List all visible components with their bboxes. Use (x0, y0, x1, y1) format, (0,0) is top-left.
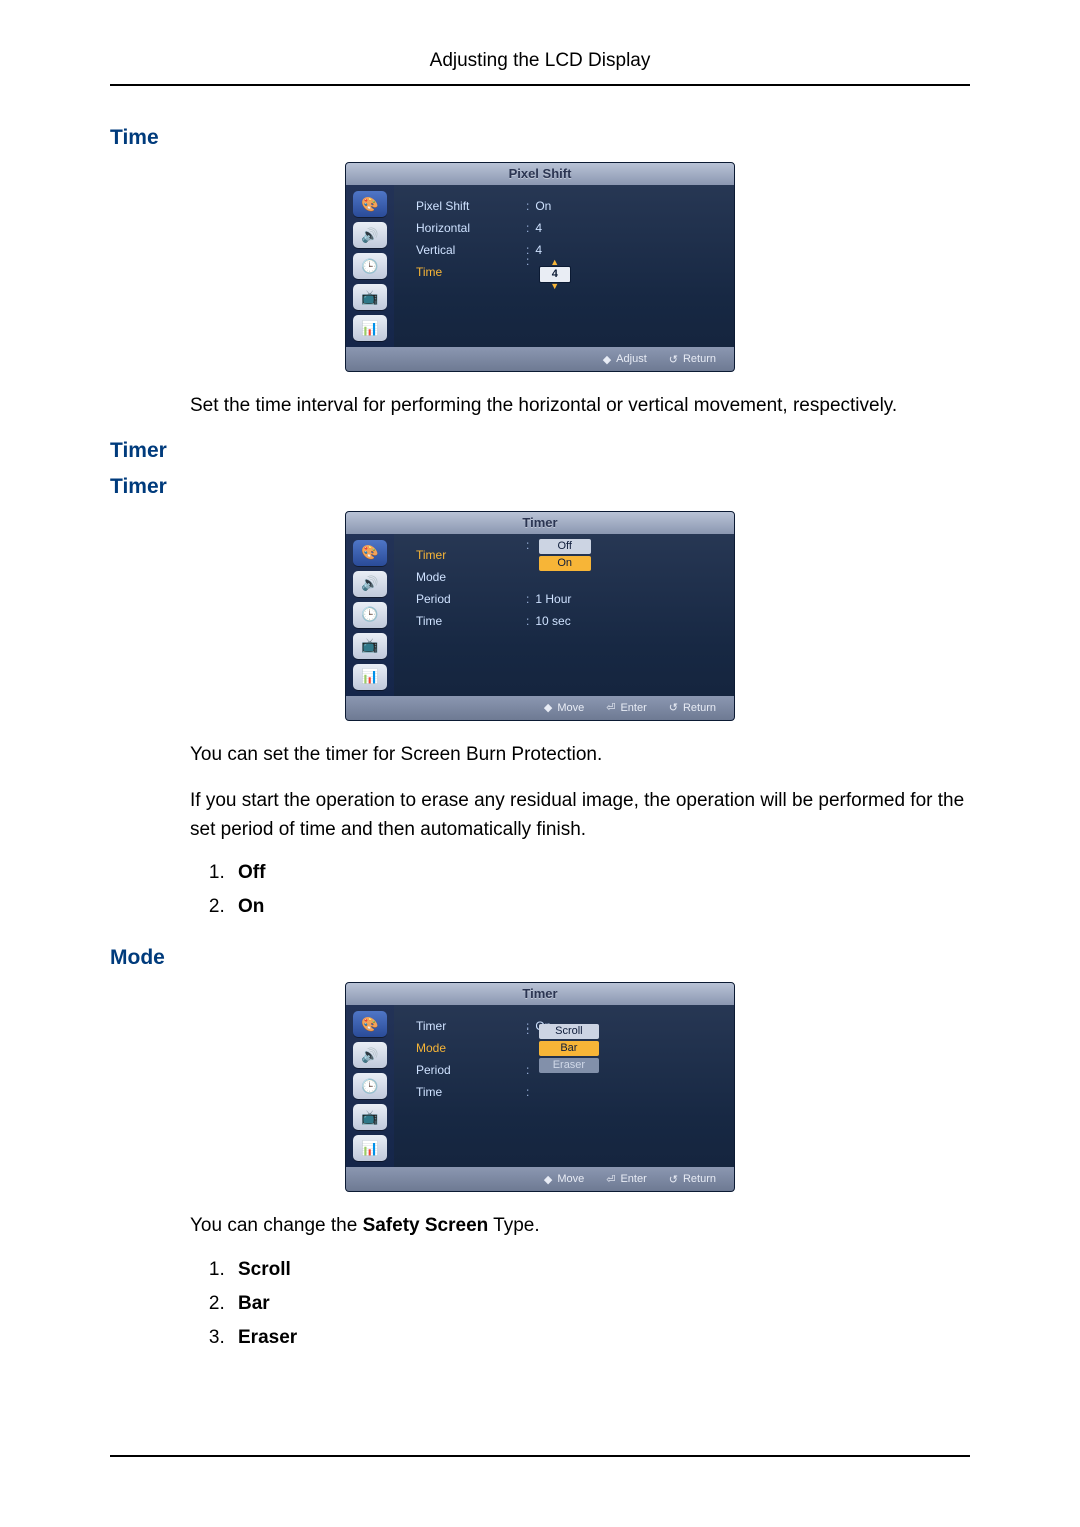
option-eraser[interactable]: Eraser (539, 1058, 599, 1073)
osd-row-label: Mode (416, 570, 526, 584)
footer-divider (110, 1455, 970, 1457)
osd-row-value: : (526, 1085, 535, 1099)
osd-row-value[interactable]: : Off On (526, 538, 591, 571)
heading-time: Time (110, 126, 970, 150)
return-icon: ↺ (669, 353, 678, 366)
osd-row-label: Time (416, 265, 526, 279)
picture-icon[interactable]: 🎨 (353, 1011, 387, 1037)
time-description: Set the time interval for performing the… (190, 392, 970, 421)
list-item: Scroll (230, 1259, 970, 1281)
option-on[interactable]: On (539, 556, 591, 571)
enter-icon: ⏎ (606, 1173, 615, 1186)
option-off[interactable]: Off (539, 539, 591, 554)
footer-label: Enter (620, 702, 646, 714)
option-scroll[interactable]: Scroll (539, 1024, 599, 1039)
osd-sidebar: 🎨 🔊 🕒 📺 📊 (346, 534, 394, 696)
picture-icon[interactable]: 🎨 (353, 191, 387, 217)
osd-timer: Timer 🎨 🔊 🕒 📺 📊 Timer : Off O (110, 511, 970, 721)
timer-description-1: You can set the timer for Screen Burn Pr… (190, 741, 970, 770)
osd-row-label: Vertical (416, 243, 526, 257)
multi-icon[interactable]: 📊 (353, 315, 387, 341)
osd-row-value: :On (526, 199, 551, 213)
footer-label: Return (683, 1173, 716, 1185)
clock-icon[interactable]: 🕒 (353, 602, 387, 628)
option-bar[interactable]: Bar (539, 1041, 599, 1056)
chevron-up-icon[interactable]: ▲ (550, 259, 559, 266)
header-divider (110, 84, 970, 86)
move-icon: ◆ (544, 701, 552, 714)
setup-icon[interactable]: 📺 (353, 1104, 387, 1130)
footer-label: Return (683, 353, 716, 365)
osd-pixel-shift: Pixel Shift 🎨 🔊 🕒 📺 📊 Pixel Shift :On Ho… (110, 162, 970, 372)
list-item: Off (230, 862, 970, 884)
osd-title: Timer (346, 983, 734, 1005)
osd-row-value[interactable]: : ▲ 4 ▼ (526, 254, 571, 290)
clock-icon[interactable]: 🕒 (353, 1073, 387, 1099)
osd-row-value: :4 (526, 221, 542, 235)
osd-row-value[interactable]: : Scroll Bar Eraser (526, 1023, 599, 1073)
return-icon: ↺ (669, 701, 678, 714)
list-item: On (230, 896, 970, 918)
osd-row-value: :1 Hour (526, 592, 571, 606)
heading-timer-sub: Timer (110, 475, 970, 499)
chevron-down-icon[interactable]: ▼ (550, 283, 559, 290)
sound-icon[interactable]: 🔊 (353, 1042, 387, 1068)
setup-icon[interactable]: 📺 (353, 284, 387, 310)
osd-row-label: Timer (416, 1019, 526, 1033)
picture-icon[interactable]: 🎨 (353, 540, 387, 566)
timer-description-2: If you start the operation to erase any … (190, 787, 970, 844)
osd-row-label: Period (416, 592, 526, 606)
sound-icon[interactable]: 🔊 (353, 222, 387, 248)
osd-footer: ◆ Adjust ↺ Return (346, 347, 734, 371)
osd-row-label: Pixel Shift (416, 199, 526, 213)
osd-row-label: Time (416, 614, 526, 628)
footer-label: Move (557, 1173, 584, 1185)
list-item: Eraser (230, 1327, 970, 1349)
osd-row-label: Time (416, 1085, 526, 1099)
osd-row-label: Period (416, 1063, 526, 1077)
enter-icon: ⏎ (606, 701, 615, 714)
footer-label: Move (557, 702, 584, 714)
osd-sidebar: 🎨 🔊 🕒 📺 📊 (346, 185, 394, 347)
osd-row-label: Horizontal (416, 221, 526, 235)
osd-title: Timer (346, 512, 734, 534)
osd-title: Pixel Shift (346, 163, 734, 185)
footer-label: Return (683, 702, 716, 714)
setup-icon[interactable]: 📺 (353, 633, 387, 659)
timer-options-list: Off On (210, 862, 970, 918)
osd-row-label: Timer (416, 548, 526, 562)
footer-label: Enter (620, 1173, 646, 1185)
osd-sidebar: 🎨 🔊 🕒 📺 📊 (346, 1005, 394, 1167)
osd-row-value: : (526, 1063, 535, 1077)
sound-icon[interactable]: 🔊 (353, 571, 387, 597)
clock-icon[interactable]: 🕒 (353, 253, 387, 279)
move-icon: ◆ (544, 1173, 552, 1186)
osd-row-value: :10 sec (526, 614, 571, 628)
page-header: Adjusting the LCD Display (110, 50, 970, 84)
heading-timer: Timer (110, 439, 970, 463)
return-icon: ↺ (669, 1173, 678, 1186)
osd-row-label: Mode (416, 1041, 526, 1055)
mode-description: You can change the Safety Screen Type. (190, 1212, 970, 1241)
osd-footer: ◆ Move ⏎ Enter ↺ Return (346, 1167, 734, 1191)
osd-footer: ◆ Move ⏎ Enter ↺ Return (346, 696, 734, 720)
multi-icon[interactable]: 📊 (353, 664, 387, 690)
footer-label: Adjust (616, 353, 647, 365)
multi-icon[interactable]: 📊 (353, 1135, 387, 1161)
osd-mode: Timer 🎨 🔊 🕒 📺 📊 Timer :On Mode (110, 982, 970, 1192)
heading-mode: Mode (110, 946, 970, 970)
mode-options-list: Scroll Bar Eraser (210, 1259, 970, 1349)
list-item: Bar (230, 1293, 970, 1315)
adjust-icon: ◆ (603, 353, 611, 366)
